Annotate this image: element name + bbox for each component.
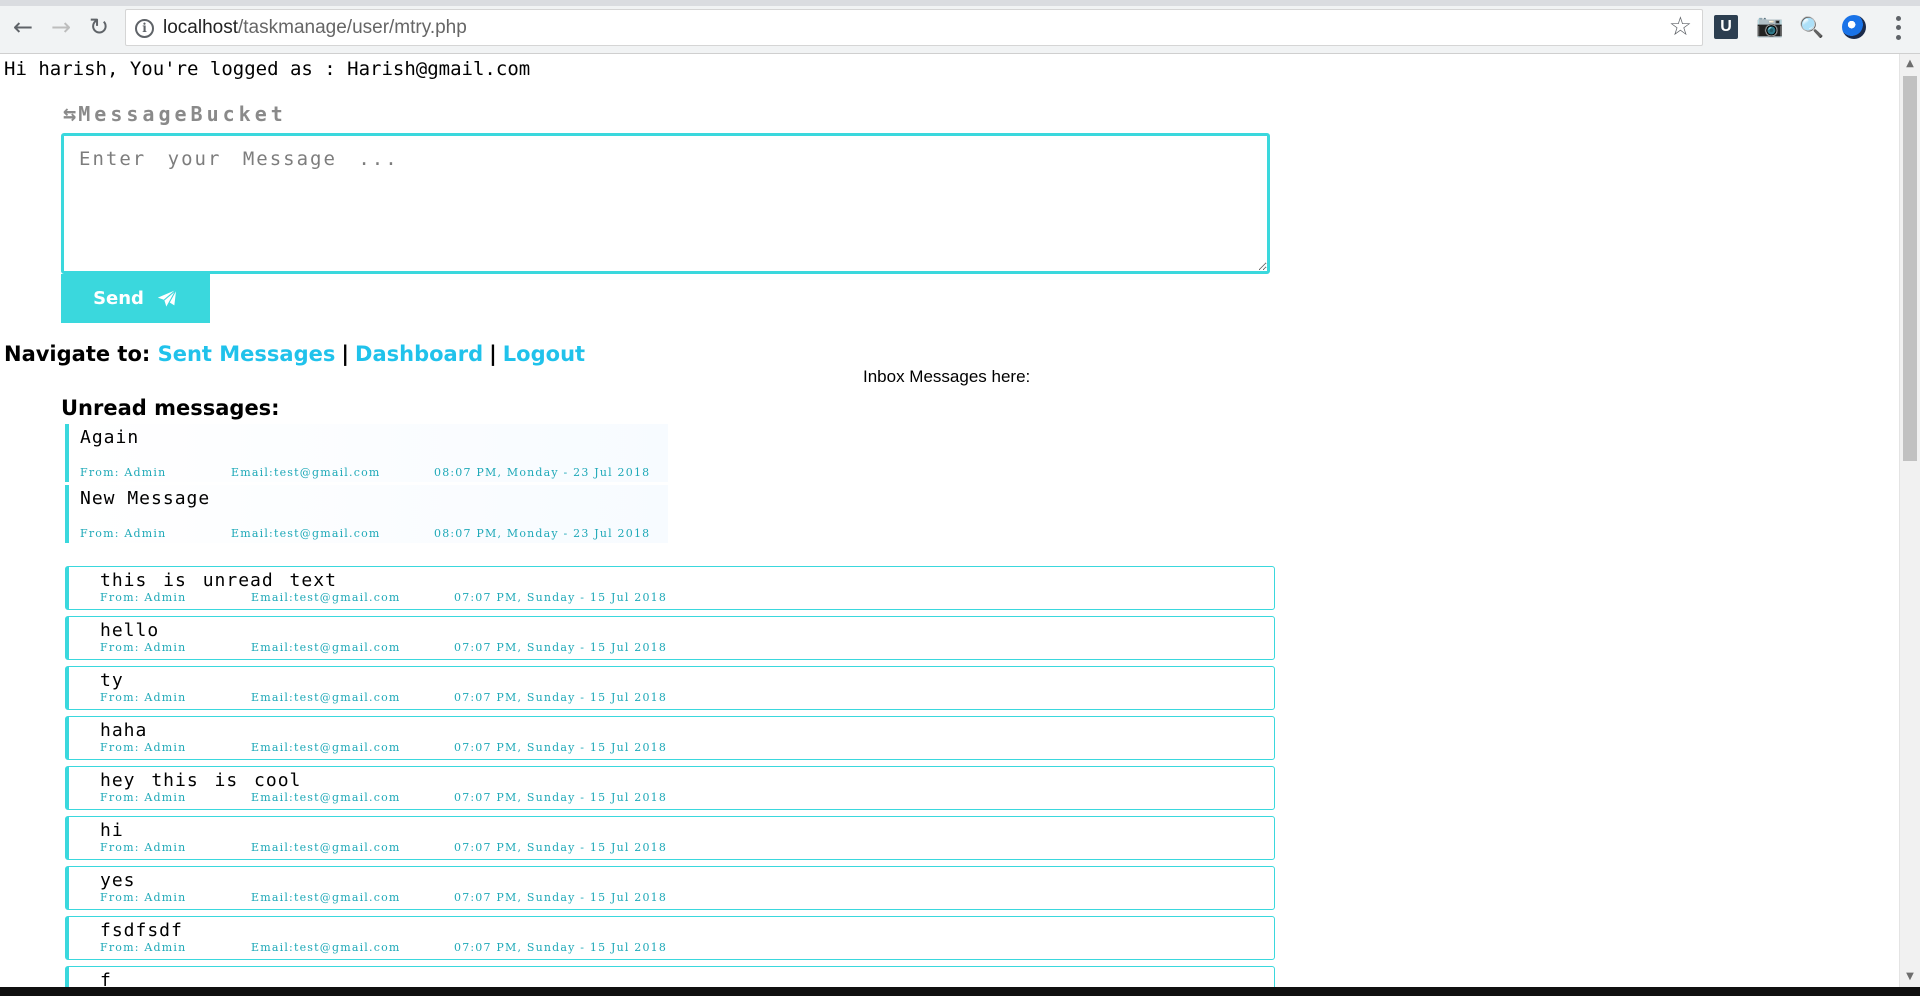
nav-separator: |: [489, 342, 497, 366]
message-time: 07:07 PM, Sunday - 15 Jul 2018: [454, 591, 668, 604]
extension-globe-icon[interactable]: [1842, 15, 1866, 39]
greeting-text: Hi harish, You're logged as : Harish@gma…: [4, 58, 531, 80]
message-time: 08:07 PM, Monday - 23 Jul 2018: [434, 527, 651, 540]
message-from: From: Admin: [100, 591, 187, 604]
message-time: 08:07 PM, Monday - 23 Jul 2018: [434, 466, 651, 479]
message-item[interactable]: hello From: Admin Email:test@gmail.com 0…: [65, 616, 1275, 660]
message-from: From: Admin: [100, 841, 187, 854]
message-input[interactable]: [61, 133, 1270, 274]
send-button-label: Send: [93, 288, 144, 309]
message-text: f: [100, 970, 112, 987]
nav-link-sent-messages[interactable]: Sent Messages: [158, 342, 336, 366]
message-email: Email:test@gmail.com: [251, 891, 401, 904]
message-text: ty: [100, 670, 124, 691]
message-email: Email:test@gmail.com: [251, 691, 401, 704]
message-item[interactable]: f: [65, 966, 1275, 987]
message-from: From: Admin: [80, 527, 167, 540]
scroll-up-arrow-icon[interactable]: ▲: [1900, 54, 1920, 74]
scrollbar-thumb[interactable]: [1903, 76, 1917, 461]
message-from: From: Admin: [80, 466, 167, 479]
message-text: hey this is cool: [100, 770, 302, 791]
magnifier-icon[interactable]: 🔍: [1799, 15, 1824, 39]
message-email: Email:test@gmail.com: [251, 841, 401, 854]
url-text[interactable]: localhost/taskmanage/user/mtry.php: [163, 17, 467, 39]
url-path: /taskmanage/user/mtry.php: [238, 17, 467, 38]
navigation-bar: Navigate to: Sent Messages | Dashboard | Log…: [4, 342, 585, 366]
nav-link-dashboard[interactable]: Dashboard: [355, 342, 483, 366]
unread-message-item[interactable]: New Message From: Admin Email:test@gmail…: [65, 485, 668, 543]
camera-icon[interactable]: 📷: [1756, 15, 1783, 39]
nav-label: Navigate to:: [4, 342, 151, 366]
message-email: Email:test@gmail.com: [251, 791, 401, 804]
nav-link-logout[interactable]: Logout: [503, 342, 585, 366]
message-email: Email:test@gmail.com: [251, 941, 401, 954]
message-item[interactable]: this is unread text From: Admin Email:te…: [65, 566, 1275, 610]
inbox-heading: Inbox Messages here:: [863, 367, 1031, 386]
send-button[interactable]: Send: [61, 274, 210, 323]
message-text: haha: [100, 720, 148, 741]
message-email: Email:test@gmail.com: [251, 741, 401, 754]
browser-menu-icon[interactable]: [1888, 14, 1908, 42]
address-bar[interactable]: i localhost/taskmanage/user/mtry.php ☆: [125, 9, 1703, 46]
message-from: From: Admin: [100, 891, 187, 904]
message-text: hello: [100, 620, 160, 641]
tab-strip: [0, 0, 1920, 6]
vertical-scrollbar[interactable]: ▲ ▼: [1899, 54, 1920, 987]
extension-u-icon[interactable]: U: [1714, 15, 1738, 39]
reload-icon[interactable]: ↻: [86, 12, 112, 42]
unread-heading: Unread messages:: [61, 396, 280, 420]
message-item[interactable]: ty From: Admin Email:test@gmail.com 07:0…: [65, 666, 1275, 710]
message-text: hi: [100, 820, 124, 841]
message-email: Email:test@gmail.com: [251, 641, 401, 654]
taskbar-edge: [0, 987, 1920, 996]
nav-separator: |: [341, 342, 350, 366]
message-time: 07:07 PM, Sunday - 15 Jul 2018: [454, 691, 668, 704]
bookmark-star-icon[interactable]: ☆: [1669, 12, 1692, 42]
message-from: From: Admin: [100, 941, 187, 954]
unread-message-item[interactable]: Again From: Admin Email:test@gmail.com 0…: [65, 424, 668, 482]
url-host: localhost: [163, 17, 238, 38]
message-time: 07:07 PM, Sunday - 15 Jul 2018: [454, 891, 668, 904]
message-text: Again: [80, 427, 140, 448]
message-email: Email:test@gmail.com: [231, 527, 381, 540]
message-text: fsdfsdf: [100, 920, 183, 941]
message-text: yes: [100, 870, 136, 891]
message-time: 07:07 PM, Sunday - 15 Jul 2018: [454, 841, 668, 854]
paper-plane-icon: [157, 288, 177, 308]
brand-logo: ⇆ MessageBucket: [63, 102, 287, 127]
page-content: Hi harish, You're logged as : Harish@gma…: [0, 55, 1899, 987]
message-from: From: Admin: [100, 741, 187, 754]
message-from: From: Admin: [100, 641, 187, 654]
forward-arrow-icon[interactable]: →: [48, 12, 74, 42]
message-time: 07:07 PM, Sunday - 15 Jul 2018: [454, 941, 668, 954]
message-from: From: Admin: [100, 791, 187, 804]
message-text: this is unread text: [100, 570, 337, 591]
back-arrow-icon[interactable]: ←: [10, 12, 36, 42]
message-item[interactable]: hi From: Admin Email:test@gmail.com 07:0…: [65, 816, 1275, 860]
browser-toolbar: ← → ↻ i localhost/taskmanage/user/mtry.p…: [0, 0, 1920, 54]
message-text: New Message: [80, 488, 211, 509]
retweet-icon: ⇆: [63, 102, 77, 127]
message-item[interactable]: yes From: Admin Email:test@gmail.com 07:…: [65, 866, 1275, 910]
scroll-down-arrow-icon[interactable]: ▼: [1900, 967, 1920, 987]
message-email: Email:test@gmail.com: [231, 466, 381, 479]
message-item[interactable]: haha From: Admin Email:test@gmail.com 07…: [65, 716, 1275, 760]
message-item[interactable]: fsdfsdf From: Admin Email:test@gmail.com…: [65, 916, 1275, 960]
message-time: 07:07 PM, Sunday - 15 Jul 2018: [454, 641, 668, 654]
info-icon[interactable]: i: [135, 19, 154, 38]
message-email: Email:test@gmail.com: [251, 591, 401, 604]
message-time: 07:07 PM, Sunday - 15 Jul 2018: [454, 791, 668, 804]
message-item[interactable]: hey this is cool From: Admin Email:test@…: [65, 766, 1275, 810]
message-time: 07:07 PM, Sunday - 15 Jul 2018: [454, 741, 668, 754]
brand-name: MessageBucket: [78, 102, 287, 126]
message-from: From: Admin: [100, 691, 187, 704]
